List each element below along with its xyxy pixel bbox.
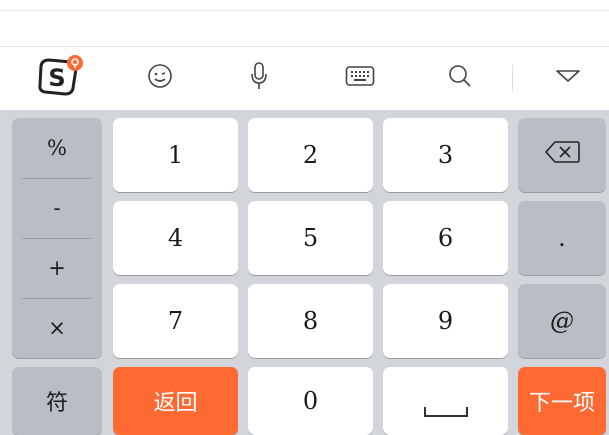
key-3[interactable]: 3	[383, 118, 508, 192]
backspace-icon	[544, 140, 580, 170]
back-button[interactable]: 返回	[113, 367, 238, 435]
key-2[interactable]: 2	[248, 118, 373, 192]
key-4[interactable]: 4	[113, 201, 238, 275]
keyboard-toolbar: S	[0, 46, 609, 111]
collapse-keyboard-button[interactable]	[543, 47, 593, 105]
svg-text:S: S	[48, 64, 65, 92]
numeric-keyboard: % - + × 1 2 3 4 5 6 . 7 8 9 @ 符 返回 0 下一项	[0, 110, 609, 435]
symbols-key[interactable]: 符	[12, 367, 102, 435]
key-7[interactable]: 7	[113, 284, 238, 358]
emoji-button[interactable]	[135, 47, 185, 105]
sogou-logo-button[interactable]: S	[30, 47, 90, 105]
search-button[interactable]	[435, 47, 485, 105]
space-icon	[423, 407, 468, 417]
keyboard-icon	[345, 65, 375, 87]
key-5[interactable]: 5	[248, 201, 373, 275]
search-icon	[447, 63, 473, 89]
key-at[interactable]: @	[518, 284, 606, 358]
next-button[interactable]: 下一项	[518, 367, 606, 435]
emoji-icon	[147, 63, 173, 89]
key-plus[interactable]: +	[12, 238, 102, 298]
symbol-column: % - + ×	[12, 118, 102, 358]
sogou-logo-icon: S	[35, 54, 85, 98]
key-percent[interactable]: %	[12, 118, 102, 178]
divider	[0, 10, 609, 11]
collapse-icon	[555, 68, 581, 84]
backspace-key[interactable]	[518, 118, 606, 192]
key-6[interactable]: 6	[383, 201, 508, 275]
key-multiply[interactable]: ×	[12, 298, 102, 358]
keyboard-switch-button[interactable]	[335, 47, 385, 105]
key-dot[interactable]: .	[518, 201, 606, 275]
toolbar-divider	[512, 65, 513, 91]
key-1[interactable]: 1	[113, 118, 238, 192]
text-input-area	[0, 0, 609, 46]
key-minus[interactable]: -	[12, 178, 102, 238]
key-0[interactable]: 0	[248, 367, 373, 435]
key-9[interactable]: 9	[383, 284, 508, 358]
space-key[interactable]	[383, 367, 508, 435]
microphone-icon	[249, 61, 269, 91]
key-8[interactable]: 8	[248, 284, 373, 358]
voice-input-button[interactable]	[234, 47, 284, 105]
